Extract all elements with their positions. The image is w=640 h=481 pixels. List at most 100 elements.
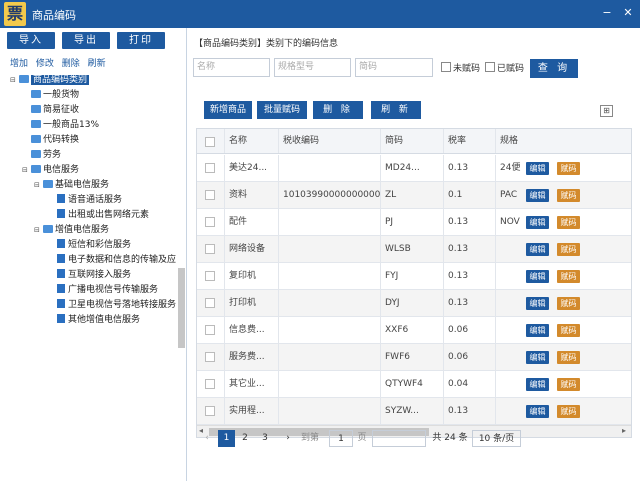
tree-refresh-link[interactable]: 刷新	[88, 59, 106, 69]
table-row[interactable]: 美达24... MD24... 0.13 24便 编辑 赋码	[197, 155, 631, 182]
tree-delete-link[interactable]: 删除	[62, 59, 80, 69]
assign-code-button[interactable]: 赋码	[557, 297, 580, 310]
tree-add-link[interactable]: 增加	[10, 59, 28, 69]
assign-code-button[interactable]: 赋码	[557, 243, 580, 256]
row-checkbox[interactable]	[205, 352, 215, 362]
spec-input[interactable]: 规格型号	[274, 58, 351, 77]
col-spec[interactable]: 规格	[496, 129, 524, 153]
page-3[interactable]: 3	[258, 430, 272, 447]
minimize-icon[interactable]: −	[600, 6, 614, 20]
collapse-icon[interactable]: ⊟	[22, 163, 31, 177]
tree-node[interactable]: 语音通话服务	[57, 193, 122, 207]
column-settings-icon[interactable]: ⊞	[600, 105, 613, 117]
tree-node[interactable]: 其他增值电信服务	[57, 313, 140, 327]
assign-code-button[interactable]: 赋码	[557, 405, 580, 418]
edit-button[interactable]: 编辑	[526, 270, 549, 283]
query-button[interactable]: 查 询	[530, 59, 578, 78]
page-2[interactable]: 2	[238, 430, 252, 447]
row-checkbox[interactable]	[205, 244, 215, 254]
table-row[interactable]: 网络设备 WLSB 0.13 编辑 赋码	[197, 236, 631, 263]
tree-edit-link[interactable]: 修改	[36, 59, 54, 69]
collapse-icon[interactable]: ⊟	[10, 73, 19, 87]
total-count: 共 24 条	[432, 433, 468, 443]
folder-icon	[31, 135, 41, 143]
tree-node[interactable]: 短信和彩信服务	[57, 238, 131, 252]
refresh-button[interactable]: 刷 新	[371, 101, 421, 119]
edit-button[interactable]: 编辑	[526, 243, 549, 256]
assigned-checkbox[interactable]	[485, 62, 495, 72]
tree-node[interactable]: 代码转换	[31, 133, 79, 147]
tree-node[interactable]: 广播电视信号传输服务	[57, 283, 158, 297]
assign-code-button[interactable]: 赋码	[557, 189, 580, 202]
row-checkbox[interactable]	[205, 190, 215, 200]
table-row[interactable]: 实用程... SYZW... 0.13 编辑 赋码	[197, 398, 631, 425]
tree-node[interactable]: 简易征收	[31, 103, 79, 117]
row-checkbox[interactable]	[205, 271, 215, 281]
tree-node[interactable]: ⊟ 增值电信服务	[34, 223, 109, 237]
edit-button[interactable]: 编辑	[526, 162, 549, 175]
page-size-select[interactable]: 10 条/页	[472, 430, 521, 447]
cell-short-code: QTYWF4	[381, 371, 444, 397]
edit-button[interactable]: 编辑	[526, 351, 549, 364]
tree-node[interactable]: 卫星电视信号落地转接服务	[57, 298, 176, 312]
close-icon[interactable]: ✕	[621, 6, 635, 20]
tree-node[interactable]: 一般货物	[31, 88, 79, 102]
prev-page-icon[interactable]: ‹	[201, 430, 213, 447]
col-short-code[interactable]: 简码	[381, 129, 444, 153]
collapse-icon[interactable]: ⊟	[34, 178, 43, 192]
delete-button[interactable]: 删 除	[313, 101, 363, 119]
tree-node-root[interactable]: ⊟ 商品编码类别	[10, 73, 90, 87]
edit-button[interactable]: 编辑	[526, 216, 549, 229]
tree-node[interactable]: 一般商品13%	[31, 118, 99, 132]
assign-code-button[interactable]: 赋码	[557, 378, 580, 391]
tree-node[interactable]: 劳务	[31, 148, 61, 162]
table-row[interactable]: 复印机 FYJ 0.13 编辑 赋码	[197, 263, 631, 290]
assign-code-button[interactable]: 赋码	[557, 351, 580, 364]
assign-code-button[interactable]: 赋码	[557, 270, 580, 283]
short-code-input[interactable]: 简码	[355, 58, 433, 77]
edit-button[interactable]: 编辑	[526, 324, 549, 337]
tree-node[interactable]: 出租或出售网络元素	[57, 208, 149, 222]
table-row[interactable]: 信息费... XXF6 0.06 编辑 赋码	[197, 317, 631, 344]
page-1[interactable]: 1	[218, 430, 235, 447]
row-checkbox[interactable]	[205, 325, 215, 335]
export-button[interactable]: 导出	[62, 32, 110, 49]
edit-button[interactable]: 编辑	[526, 378, 549, 391]
tree-node[interactable]: ⊟ 电信服务	[22, 163, 79, 177]
edit-button[interactable]: 编辑	[526, 297, 549, 310]
add-product-button[interactable]: 新增商品	[204, 101, 252, 119]
row-checkbox[interactable]	[205, 298, 215, 308]
assign-code-button[interactable]: 赋码	[557, 216, 580, 229]
cell-tax-code	[279, 155, 381, 181]
table-row[interactable]: 配件 PJ 0.13 NOV 编辑 赋码	[197, 209, 631, 236]
table-row[interactable]: 资料 1010399000000000000 ZL 0.1 PAC 编辑 赋码	[197, 182, 631, 209]
col-tax-rate[interactable]: 税率	[444, 129, 496, 153]
import-button[interactable]: 导入	[7, 32, 55, 49]
page-number-input[interactable]: 1	[329, 430, 353, 447]
row-checkbox[interactable]	[205, 163, 215, 173]
print-button[interactable]: 打印	[117, 32, 165, 49]
row-checkbox[interactable]	[205, 379, 215, 389]
row-checkbox[interactable]	[205, 406, 215, 416]
tree-node[interactable]: 互联网接入服务	[57, 268, 131, 282]
table-row[interactable]: 打印机 DYJ 0.13 编辑 赋码	[197, 290, 631, 317]
collapse-icon[interactable]: ⊟	[34, 223, 43, 237]
col-name[interactable]: 名称	[225, 129, 279, 153]
name-input[interactable]: 名称	[193, 58, 270, 77]
col-tax-code[interactable]: 税收编码	[279, 129, 381, 153]
batch-assign-button[interactable]: 批量赋码	[257, 101, 307, 119]
select-all-checkbox[interactable]	[205, 137, 215, 147]
assign-code-button[interactable]: 赋码	[557, 162, 580, 175]
next-page-icon[interactable]: ›	[282, 430, 294, 447]
assign-code-button[interactable]: 赋码	[557, 324, 580, 337]
table-row[interactable]: 其它业... QTYWF4 0.04 编辑 赋码	[197, 371, 631, 398]
tree-node[interactable]: 电子数据和信息的传输及应	[57, 253, 176, 267]
tree-node[interactable]: ⊟ 基础电信服务	[34, 178, 109, 192]
table-row[interactable]: 服务费... FWF6 0.06 编辑 赋码	[197, 344, 631, 371]
jump-box[interactable]	[372, 430, 426, 447]
row-checkbox[interactable]	[205, 217, 215, 227]
edit-button[interactable]: 编辑	[526, 189, 549, 202]
unassigned-checkbox[interactable]	[441, 62, 451, 72]
tree-scrollbar[interactable]	[178, 268, 185, 348]
edit-button[interactable]: 编辑	[526, 405, 549, 418]
